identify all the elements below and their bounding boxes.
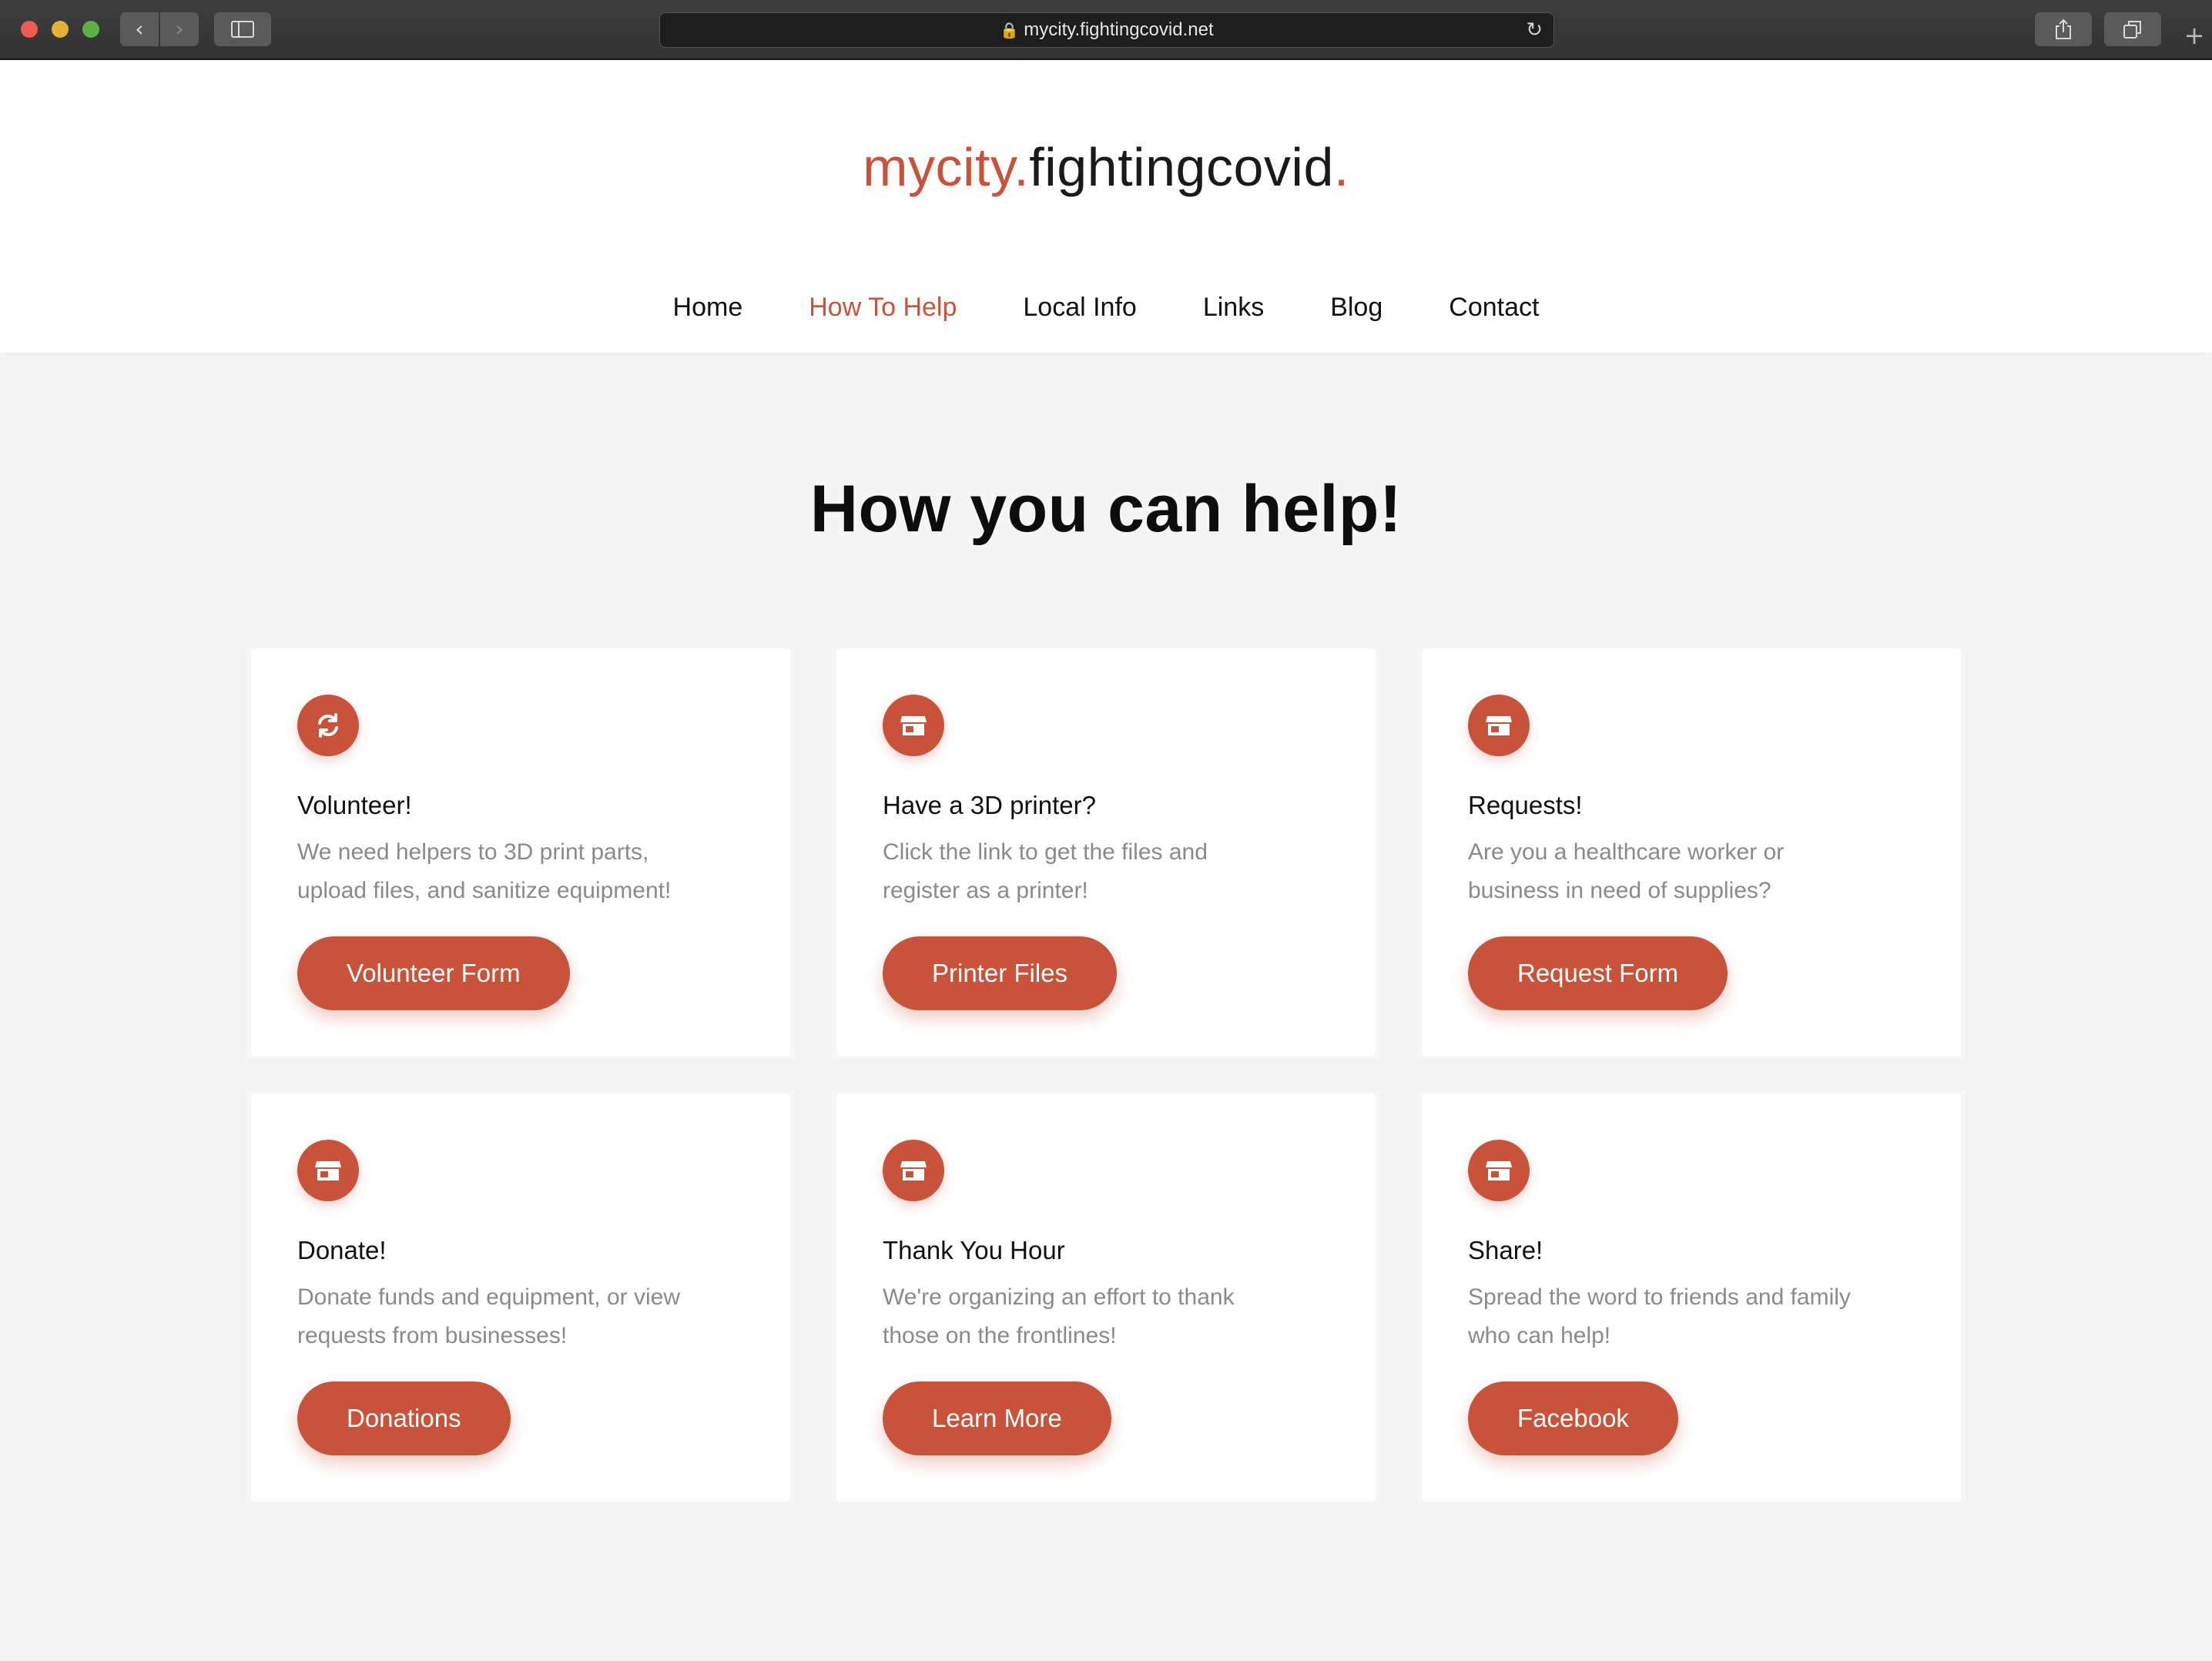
card-description-line: register as a printer! bbox=[883, 878, 1088, 903]
card-description-line: We need helpers to 3D print parts, bbox=[297, 839, 649, 865]
share-icon bbox=[2056, 18, 2071, 39]
store-icon bbox=[297, 1140, 359, 1201]
plus-icon: + bbox=[2184, 21, 2205, 50]
card-description-line: upload files, and sanitize equipment! bbox=[297, 878, 672, 903]
card-description-line: those on the frontlines! bbox=[883, 1323, 1117, 1348]
browser-toolbar: ‹ › 🔒 mycity.fightingcovid.net ↻ + bbox=[0, 0, 2212, 60]
sidebar-icon bbox=[231, 21, 254, 38]
chevron-left-icon: ‹ bbox=[135, 16, 144, 42]
card-share: Share! Spread the word to friends and fa… bbox=[1422, 1093, 1961, 1502]
facebook-button[interactable]: Facebook bbox=[1468, 1381, 1678, 1455]
card-description: Donate funds and equipment, or view reque… bbox=[297, 1278, 759, 1355]
chevron-right-icon: › bbox=[175, 16, 184, 42]
printer-files-button[interactable]: Printer Files bbox=[883, 936, 1118, 1010]
card-volunteer: Volunteer! We need helpers to 3D print p… bbox=[251, 648, 790, 1057]
new-tab-button[interactable]: + bbox=[2177, 18, 2212, 52]
reload-icon[interactable]: ↻ bbox=[1526, 13, 1543, 47]
card-title: Have a 3D printer? bbox=[883, 791, 1096, 819]
logo-part-main: fightingcovid bbox=[1029, 137, 1334, 197]
card-description: Click the link to get the files and regis… bbox=[883, 833, 1345, 910]
minimize-window-button[interactable] bbox=[52, 21, 69, 38]
lock-icon: 🔒 bbox=[1000, 21, 1020, 39]
store-icon bbox=[1468, 1140, 1530, 1201]
card-description-line: Donate funds and equipment, or view bbox=[297, 1284, 680, 1310]
share-button[interactable] bbox=[2035, 12, 2092, 46]
address-bar[interactable]: 🔒 mycity.fightingcovid.net ↻ bbox=[659, 12, 1554, 48]
forward-button[interactable]: › bbox=[160, 12, 199, 46]
card-donate: Donate! Donate funds and equipment, or v… bbox=[251, 1093, 790, 1502]
page-title: How you can help! bbox=[809, 472, 1403, 546]
card-description-line: Click the link to get the files and bbox=[883, 839, 1208, 865]
card-title: Donate! bbox=[297, 1236, 387, 1264]
zoom-window-button[interactable] bbox=[82, 21, 99, 38]
nav-item-how-to-help[interactable]: How To Help bbox=[809, 293, 957, 323]
card-description-line: Are you a healthcare worker or bbox=[1468, 839, 1785, 865]
card-description-line: Spread the word to friends and family bbox=[1468, 1284, 1851, 1310]
store-icon bbox=[883, 695, 944, 756]
card-description-line: requests from businesses! bbox=[297, 1323, 568, 1348]
main-nav: Home How To Help Local Info Links Blog Contac… bbox=[0, 293, 2212, 323]
nav-item-links[interactable]: Links bbox=[1203, 293, 1264, 323]
nav-item-home[interactable]: Home bbox=[673, 293, 743, 323]
card-title: Volunteer! bbox=[297, 791, 412, 819]
request-form-button[interactable]: Request Form bbox=[1468, 936, 1728, 1010]
card-title: Thank You Hour bbox=[883, 1236, 1065, 1264]
card-description: Are you a healthcare worker or business i… bbox=[1468, 833, 1930, 910]
volunteer-form-button[interactable]: Volunteer Form bbox=[297, 936, 570, 1010]
tabs-icon bbox=[2123, 21, 2141, 39]
card-description-line: business in need of supplies? bbox=[1468, 878, 1771, 903]
card-title: Share! bbox=[1468, 1236, 1543, 1264]
card-requests: Requests! Are you a healthcare worker or… bbox=[1422, 648, 1961, 1057]
card-title: Requests! bbox=[1468, 791, 1583, 819]
donations-button[interactable]: Donations bbox=[297, 1381, 511, 1455]
learn-more-button[interactable]: Learn More bbox=[883, 1381, 1111, 1455]
address-bar-url: mycity.fightingcovid.net bbox=[1024, 19, 1214, 40]
card-3d-printer: Have a 3D printer? Click the link to get… bbox=[836, 648, 1376, 1057]
site-header: mycity.fightingcovid. Home How To Help Loc… bbox=[0, 60, 2212, 353]
card-description: Spread the word to friends and family who… bbox=[1468, 1278, 1930, 1355]
card-description-line: who can help! bbox=[1468, 1323, 1611, 1348]
card-thank-you-hour: Thank You Hour We're organizing an effor… bbox=[836, 1093, 1376, 1502]
site-logo[interactable]: mycity.fightingcovid. bbox=[0, 140, 2212, 194]
nav-item-blog[interactable]: Blog bbox=[1330, 293, 1382, 323]
close-window-button[interactable] bbox=[21, 21, 38, 38]
back-button[interactable]: ‹ bbox=[120, 12, 159, 46]
card-description: We need helpers to 3D print parts, upload… bbox=[297, 833, 759, 910]
store-icon bbox=[883, 1140, 944, 1201]
logo-part-city: mycity. bbox=[863, 137, 1030, 197]
card-description: We're organizing an effort to thank those… bbox=[883, 1278, 1345, 1355]
sidebar-toggle-button[interactable] bbox=[214, 12, 271, 46]
nav-item-contact[interactable]: Contact bbox=[1449, 293, 1539, 323]
tab-overview-button[interactable] bbox=[2104, 12, 2161, 46]
store-icon bbox=[1468, 695, 1530, 756]
logo-part-dot: . bbox=[1333, 137, 1349, 197]
card-description-line: We're organizing an effort to thank bbox=[883, 1284, 1235, 1310]
nav-item-local-info[interactable]: Local Info bbox=[1023, 293, 1136, 323]
refresh-icon bbox=[297, 695, 359, 756]
